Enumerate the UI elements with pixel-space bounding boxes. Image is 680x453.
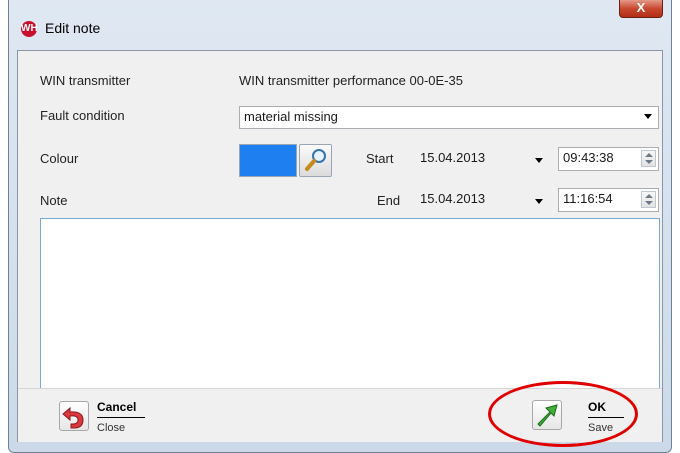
start-time-value: 09:43:38 [563, 150, 614, 165]
transmitter-label: WIN transmitter [40, 73, 131, 88]
ok-highlight-ellipse [488, 381, 638, 447]
undo-arrow-icon [59, 401, 89, 431]
search-icon [305, 149, 326, 171]
end-label: End [377, 193, 401, 208]
chevron-down-icon [535, 158, 543, 163]
close-button[interactable]: X [619, 0, 663, 18]
spinner-icon[interactable] [641, 191, 656, 208]
window-title: Edit note [45, 20, 101, 36]
colour-label: Colour [40, 151, 79, 166]
app-logo-icon: WH [21, 21, 38, 37]
fault-condition-label: Fault condition [40, 108, 125, 123]
end-date-value: 15.04.2013 [420, 191, 486, 206]
note-textarea[interactable] [40, 218, 660, 402]
chevron-down-icon [644, 114, 652, 119]
fault-condition-select[interactable]: material missing [239, 106, 659, 129]
end-date-picker[interactable]: 15.04.2013 [416, 189, 551, 212]
note-label: Note [40, 193, 68, 208]
transmitter-value: WIN transmitter performance 00-0E-35 [239, 73, 463, 88]
chevron-down-icon [535, 199, 543, 204]
start-date-picker[interactable]: 15.04.2013 [416, 148, 551, 171]
cancel-title: Cancel [97, 400, 137, 414]
start-label: Start [366, 151, 394, 166]
cancel-divider [97, 417, 145, 418]
colour-picker-button[interactable] [299, 144, 332, 177]
end-time-field[interactable]: 11:16:54 [558, 188, 659, 212]
end-time-value: 11:16:54 [563, 191, 613, 206]
start-time-field[interactable]: 09:43:38 [558, 147, 659, 171]
title-bar: WH Edit note X [9, 0, 671, 50]
close-icon: X [636, 0, 646, 15]
spinner-icon[interactable] [641, 150, 656, 167]
cancel-subtitle: Close [97, 422, 126, 434]
start-date-value: 15.04.2013 [420, 150, 486, 165]
colour-swatch[interactable] [239, 144, 297, 177]
fault-condition-value: material missing [244, 109, 338, 124]
